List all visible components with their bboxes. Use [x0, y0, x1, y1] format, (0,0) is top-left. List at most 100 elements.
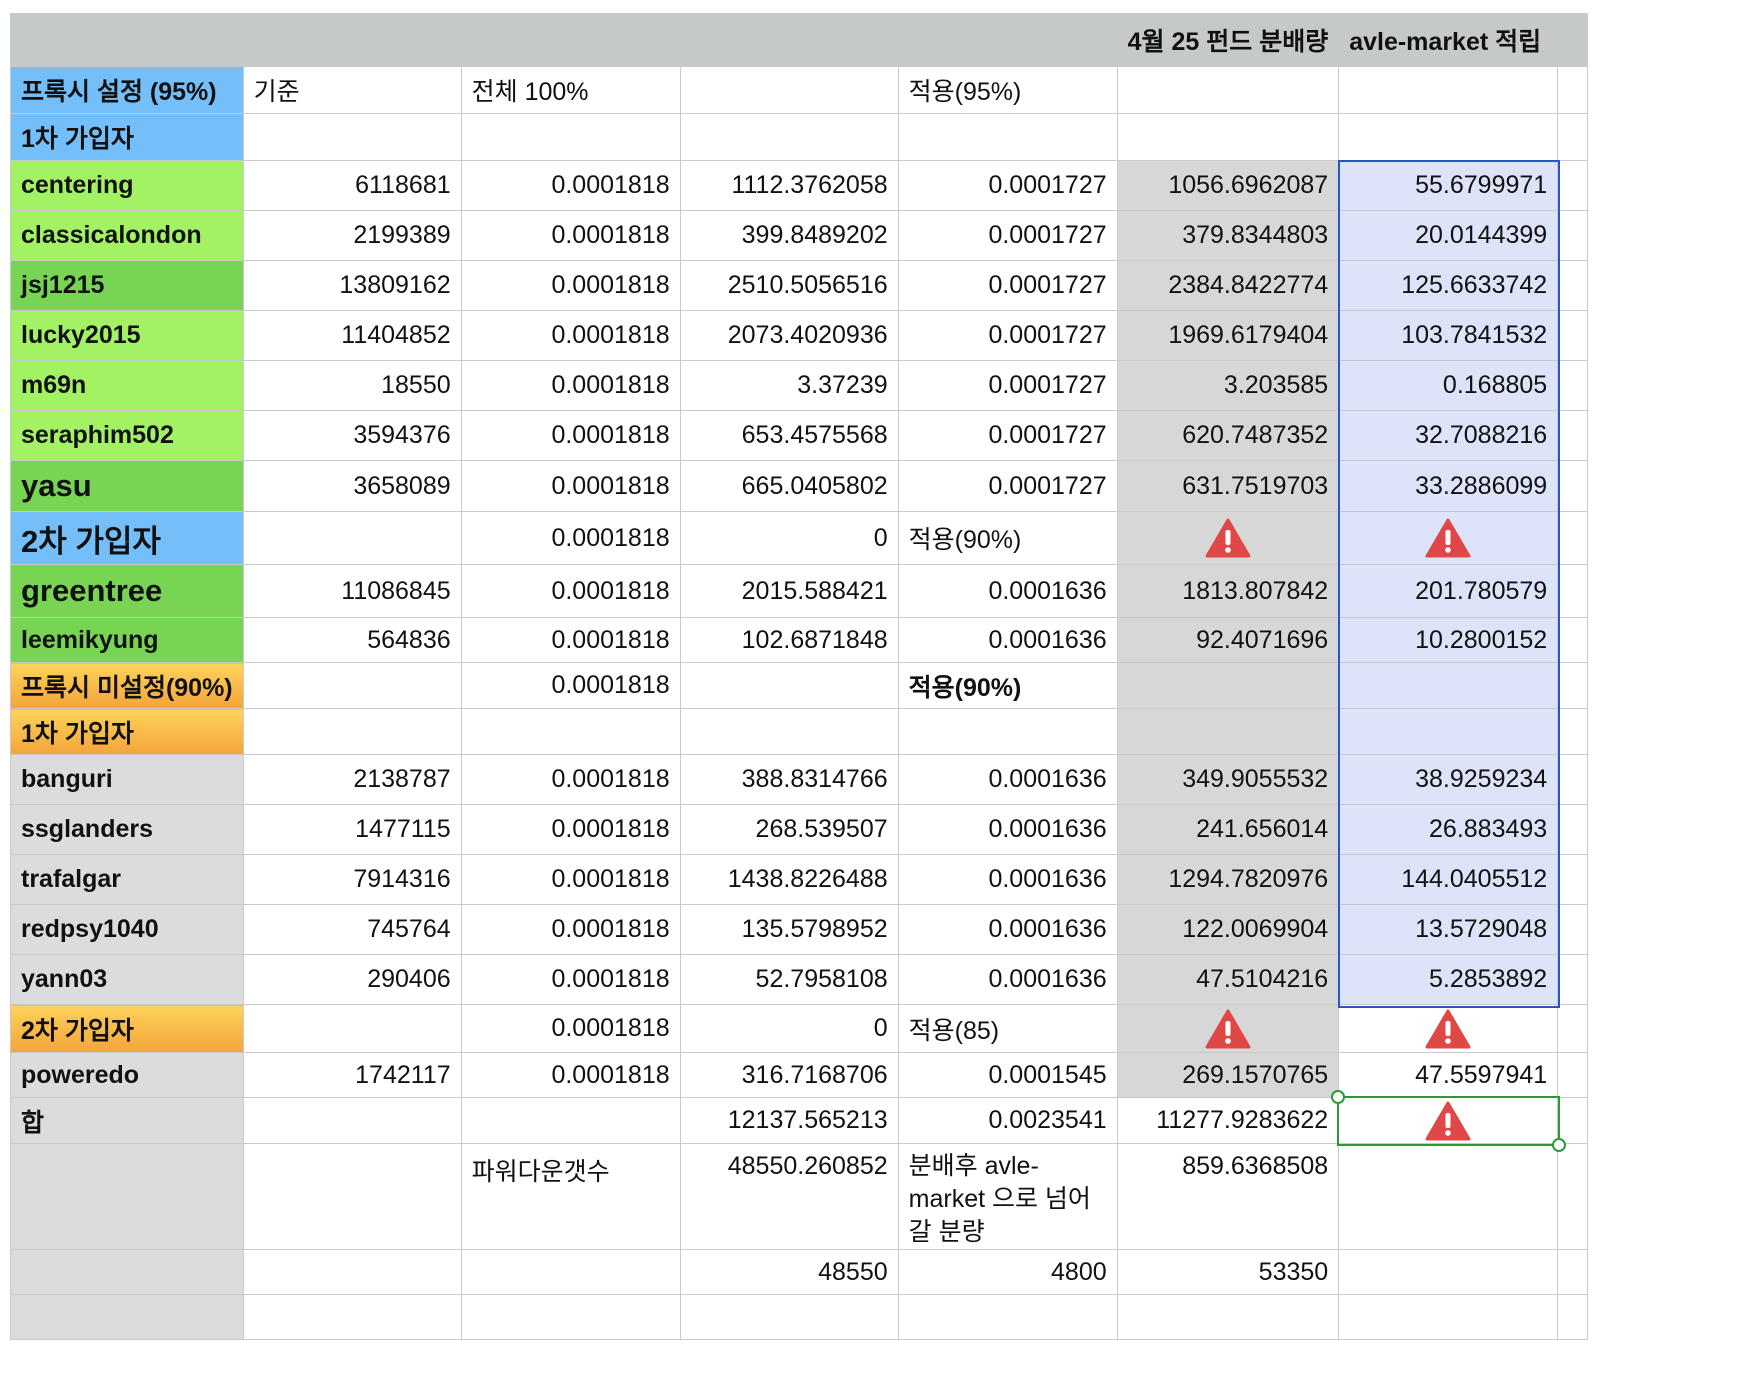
table-cell[interactable]: [1338, 1004, 1559, 1053]
table-cell[interactable]: 3594376: [242, 410, 462, 461]
table-cell[interactable]: 125.6633742: [1338, 260, 1559, 311]
table-cell[interactable]: 1742117: [242, 1052, 462, 1098]
table-cell[interactable]: 0.0001818: [460, 360, 681, 411]
table-cell[interactable]: 20.0144399: [1338, 210, 1559, 261]
table-cell[interactable]: 379.8344803: [1116, 210, 1340, 261]
table-cell[interactable]: [1116, 1294, 1340, 1340]
table-cell[interactable]: [897, 1294, 1118, 1340]
table-cell[interactable]: [242, 1143, 462, 1250]
table-cell[interactable]: 0.0001636: [897, 904, 1118, 955]
table-cell[interactable]: 10.2800152: [1338, 617, 1559, 663]
table-cell[interactable]: [1557, 1004, 1589, 1053]
table-cell[interactable]: 2199389: [242, 210, 462, 261]
table-cell[interactable]: 52.7958108: [679, 954, 899, 1005]
row-label-cell[interactable]: [10, 1249, 244, 1295]
table-cell[interactable]: [242, 511, 462, 565]
table-cell[interactable]: 48550.260852: [679, 1143, 899, 1250]
table-cell[interactable]: 201.780579: [1338, 564, 1559, 618]
table-cell[interactable]: 0.0001818: [460, 210, 681, 261]
row-label-cell[interactable]: seraphim502: [10, 410, 244, 461]
column-header[interactable]: [242, 13, 462, 67]
table-cell[interactable]: [242, 1097, 462, 1144]
table-cell[interactable]: 0.0001727: [897, 410, 1118, 461]
table-cell[interactable]: 620.7487352: [1116, 410, 1340, 461]
table-cell[interactable]: 분배후 avle-market 으로 넘어갈 분량: [897, 1143, 1118, 1250]
table-cell[interactable]: [1557, 210, 1589, 261]
table-cell[interactable]: 290406: [242, 954, 462, 1005]
table-cell[interactable]: [242, 708, 462, 755]
table-cell[interactable]: 144.0405512: [1338, 854, 1559, 905]
table-cell[interactable]: 33.2886099: [1338, 460, 1559, 512]
table-cell[interactable]: 2510.5056516: [679, 260, 899, 311]
table-cell[interactable]: [1116, 511, 1340, 565]
table-cell[interactable]: [1557, 310, 1589, 361]
table-cell[interactable]: 3.203585: [1116, 360, 1340, 411]
row-label-cell[interactable]: m69n: [10, 360, 244, 411]
table-cell[interactable]: [679, 113, 899, 161]
table-cell[interactable]: [1557, 1294, 1589, 1340]
column-header[interactable]: [1557, 13, 1589, 67]
table-cell[interactable]: 12137.565213: [679, 1097, 899, 1144]
table-cell[interactable]: [1557, 1097, 1589, 1144]
table-cell[interactable]: 0.0001727: [897, 360, 1118, 411]
table-cell[interactable]: [1557, 113, 1589, 161]
row-label-cell[interactable]: [10, 1294, 244, 1340]
table-cell[interactable]: 11086845: [242, 564, 462, 618]
table-cell[interactable]: [460, 113, 681, 161]
table-cell[interactable]: 653.4575568: [679, 410, 899, 461]
table-cell[interactable]: 0.0001727: [897, 260, 1118, 311]
table-cell[interactable]: [679, 708, 899, 755]
table-cell[interactable]: 0: [679, 1004, 899, 1053]
table-cell[interactable]: 1813.807842: [1116, 564, 1340, 618]
table-cell[interactable]: 135.5798952: [679, 904, 899, 955]
table-cell[interactable]: 122.0069904: [1116, 904, 1340, 955]
table-cell[interactable]: 47.5597941: [1338, 1052, 1559, 1098]
table-cell[interactable]: [897, 113, 1118, 161]
table-cell[interactable]: 47.5104216: [1116, 954, 1340, 1005]
table-cell[interactable]: 7914316: [242, 854, 462, 905]
table-cell[interactable]: 1112.3762058: [679, 160, 899, 211]
table-cell[interactable]: [1557, 804, 1589, 855]
table-cell[interactable]: 적용(90%): [897, 662, 1118, 709]
table-cell[interactable]: [1557, 1143, 1589, 1250]
table-cell[interactable]: 0.0001818: [460, 954, 681, 1005]
table-cell[interactable]: 0.0001636: [897, 954, 1118, 1005]
table-cell[interactable]: [1557, 617, 1589, 663]
table-cell[interactable]: [1557, 511, 1589, 565]
table-cell[interactable]: 269.1570765: [1116, 1052, 1340, 1098]
table-cell[interactable]: [242, 113, 462, 161]
table-cell[interactable]: [1116, 662, 1340, 709]
table-cell[interactable]: [1116, 66, 1340, 114]
column-header[interactable]: [10, 13, 244, 67]
table-cell[interactable]: 6118681: [242, 160, 462, 211]
table-cell[interactable]: 388.8314766: [679, 754, 899, 805]
table-cell[interactable]: 11404852: [242, 310, 462, 361]
table-cell[interactable]: [460, 1294, 681, 1340]
table-cell[interactable]: [1557, 754, 1589, 805]
table-cell[interactable]: 13809162: [242, 260, 462, 311]
table-cell[interactable]: [679, 1294, 899, 1340]
table-cell[interactable]: 268.539507: [679, 804, 899, 855]
table-cell[interactable]: 1438.8226488: [679, 854, 899, 905]
row-label-cell[interactable]: 2차 가입자: [10, 1004, 244, 1053]
table-cell[interactable]: 0.0001727: [897, 460, 1118, 512]
table-cell[interactable]: 0.0023541: [897, 1097, 1118, 1144]
table-cell[interactable]: [1116, 708, 1340, 755]
table-cell[interactable]: 399.8489202: [679, 210, 899, 261]
table-cell[interactable]: [1557, 564, 1589, 618]
table-cell[interactable]: 0.0001818: [460, 511, 681, 565]
row-label-cell[interactable]: redpsy1040: [10, 904, 244, 955]
table-cell[interactable]: 0.0001727: [897, 160, 1118, 211]
row-label-cell[interactable]: 프록시 설정 (95%): [10, 66, 244, 114]
table-cell[interactable]: 전체 100%: [460, 66, 681, 114]
table-cell[interactable]: 적용(95%): [897, 66, 1118, 114]
table-cell[interactable]: 1477115: [242, 804, 462, 855]
table-cell[interactable]: 0.0001818: [460, 260, 681, 311]
table-cell[interactable]: [1338, 511, 1559, 565]
table-cell[interactable]: 2015.588421: [679, 564, 899, 618]
table-cell[interactable]: [1116, 113, 1340, 161]
table-cell[interactable]: 0.168805: [1338, 360, 1559, 411]
table-cell[interactable]: 적용(90%): [897, 511, 1118, 565]
warning-icon[interactable]: [1425, 1009, 1471, 1048]
row-label-cell[interactable]: leemikyung: [10, 617, 244, 663]
